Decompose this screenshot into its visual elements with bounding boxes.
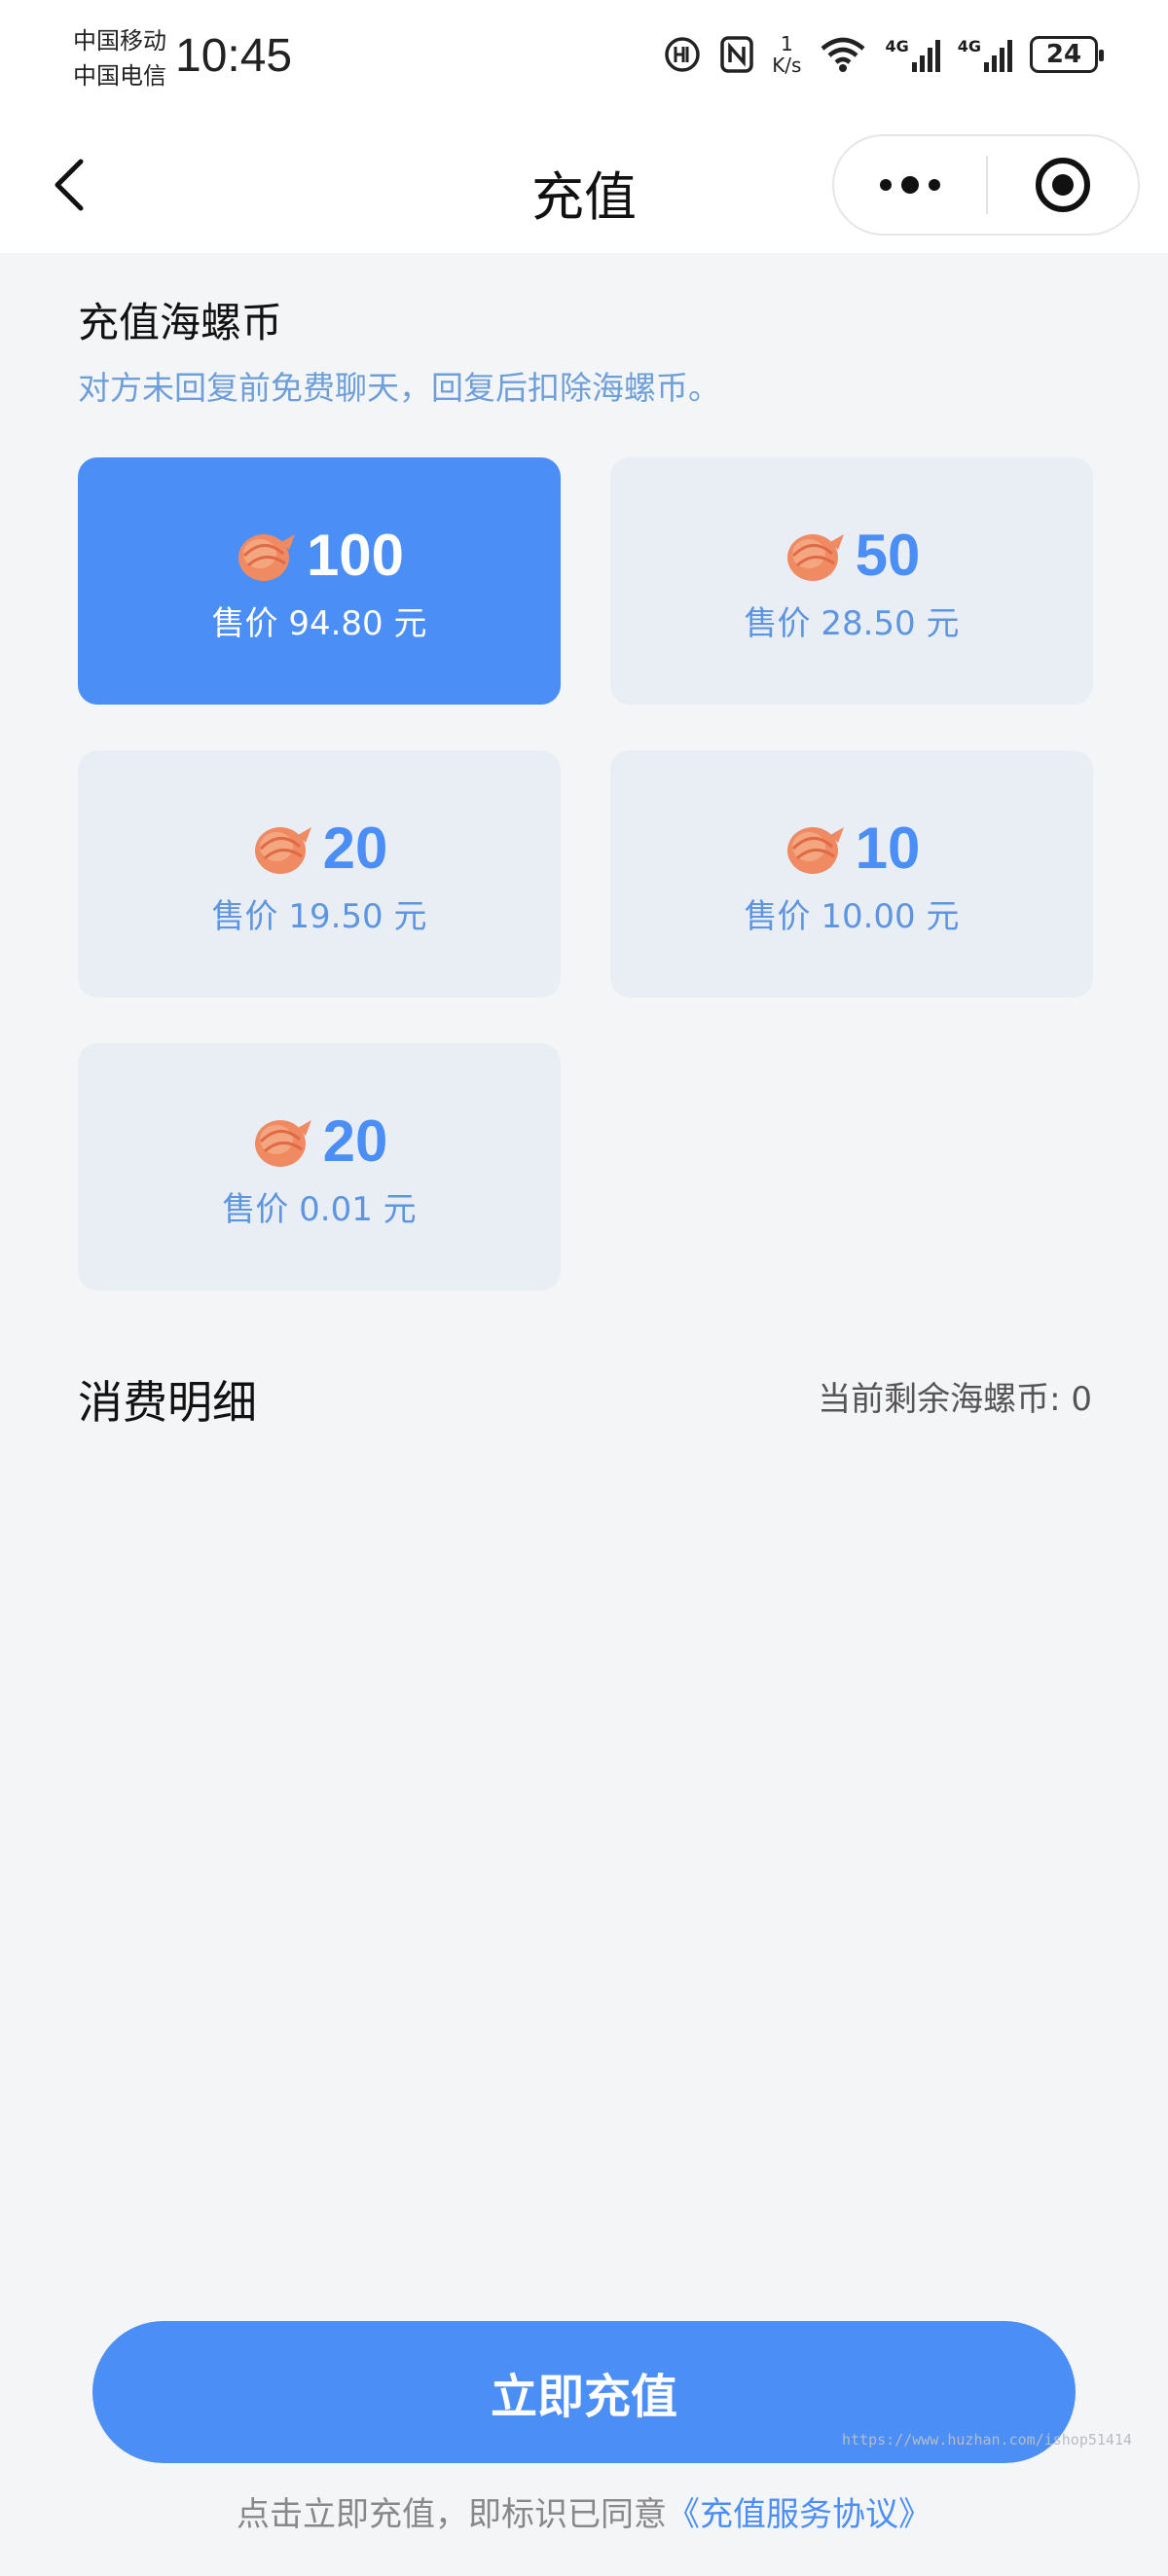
package-amount: 100 <box>306 523 405 588</box>
carrier-info: 中国移动 中国电信 <box>73 23 166 93</box>
consumption-detail-title: 消费明细 <box>78 1376 257 1429</box>
package-price: 售价 0.01 元 <box>222 1189 417 1229</box>
package-amount: 20 <box>322 816 388 881</box>
nav-bar: 充值 <box>0 117 1168 253</box>
package-amount-row: 100 <box>235 519 404 593</box>
package-card[interactable]: 20 售价 19.50 元 <box>78 750 561 998</box>
shell-coin-icon <box>254 1119 311 1167</box>
package-price: 售价 19.50 元 <box>211 896 427 936</box>
shell-coin-icon <box>786 826 844 874</box>
net-speed-value: 1 <box>780 32 793 55</box>
package-card[interactable]: 100 售价 94.80 元 <box>78 457 561 705</box>
package-price: 售价 28.50 元 <box>744 603 960 643</box>
net-speed-unit: K/s <box>772 54 802 77</box>
agreement-notice: 点击立即充值，即标识已同意《充值服务协议》 <box>0 2487 1168 2535</box>
shell-coin-icon <box>786 533 844 581</box>
more-button[interactable] <box>834 136 986 234</box>
package-price: 售价 94.80 元 <box>211 603 427 643</box>
package-amount: 20 <box>322 1108 388 1174</box>
status-time: 10:45 <box>175 30 293 82</box>
carrier-1: 中国移动 <box>73 27 166 54</box>
section-subtitle: 对方未回复前免费聊天，回复后扣除海螺币。 <box>78 369 720 407</box>
wifi-icon <box>819 35 867 74</box>
target-icon <box>1036 158 1090 212</box>
more-dots-icon <box>880 176 940 194</box>
status-bar: 中国移动 中国电信 10:45 1 K/s 4G 4G 24 <box>0 0 1168 117</box>
signal-2-label: 4G <box>957 37 981 55</box>
status-icons: 1 K/s 4G 4G 24 <box>663 33 1104 76</box>
package-amount: 10 <box>855 816 921 881</box>
package-card[interactable]: 20 售价 0.01 元 <box>78 1043 561 1290</box>
balance-value: 0 <box>1071 1380 1092 1419</box>
shell-coin-icon <box>237 533 295 581</box>
package-amount-row: 10 <box>784 812 921 886</box>
carrier-2: 中国电信 <box>73 62 166 90</box>
package-amount: 50 <box>855 523 921 588</box>
battery-icon: 24 <box>1030 36 1104 73</box>
package-amount-row: 20 <box>251 812 388 886</box>
watermark: https://www.huzhan.com/ishop51414 <box>842 2431 1133 2449</box>
net-speed: 1 K/s <box>772 33 801 76</box>
nfc-icon <box>719 35 754 74</box>
battery-level: 24 <box>1045 40 1082 69</box>
package-amount-row: 50 <box>784 519 921 593</box>
close-button[interactable] <box>988 136 1138 234</box>
hd-icon <box>663 35 702 74</box>
recharge-agreement-link[interactable]: 《充值服务协议》 <box>667 2495 931 2534</box>
package-card[interactable]: 50 售价 28.50 元 <box>610 457 1093 705</box>
package-price: 售价 10.00 元 <box>744 896 960 936</box>
package-card[interactable]: 10 售价 10.00 元 <box>610 750 1093 998</box>
signal-icon: 4G <box>958 37 1012 72</box>
balance-label: 当前剩余海螺币: <box>818 1380 1061 1419</box>
agreement-prefix: 点击立即充值，即标识已同意 <box>237 2495 667 2534</box>
package-amount-row: 20 <box>251 1105 388 1179</box>
mini-program-capsule <box>832 134 1140 236</box>
signal-icon: 4G <box>885 37 940 72</box>
section-title: 充值海螺币 <box>78 299 283 346</box>
shell-coin-icon <box>254 826 311 874</box>
remaining-balance: 当前剩余海螺币: 0 <box>818 1372 1092 1420</box>
signal-1-label: 4G <box>885 37 909 55</box>
